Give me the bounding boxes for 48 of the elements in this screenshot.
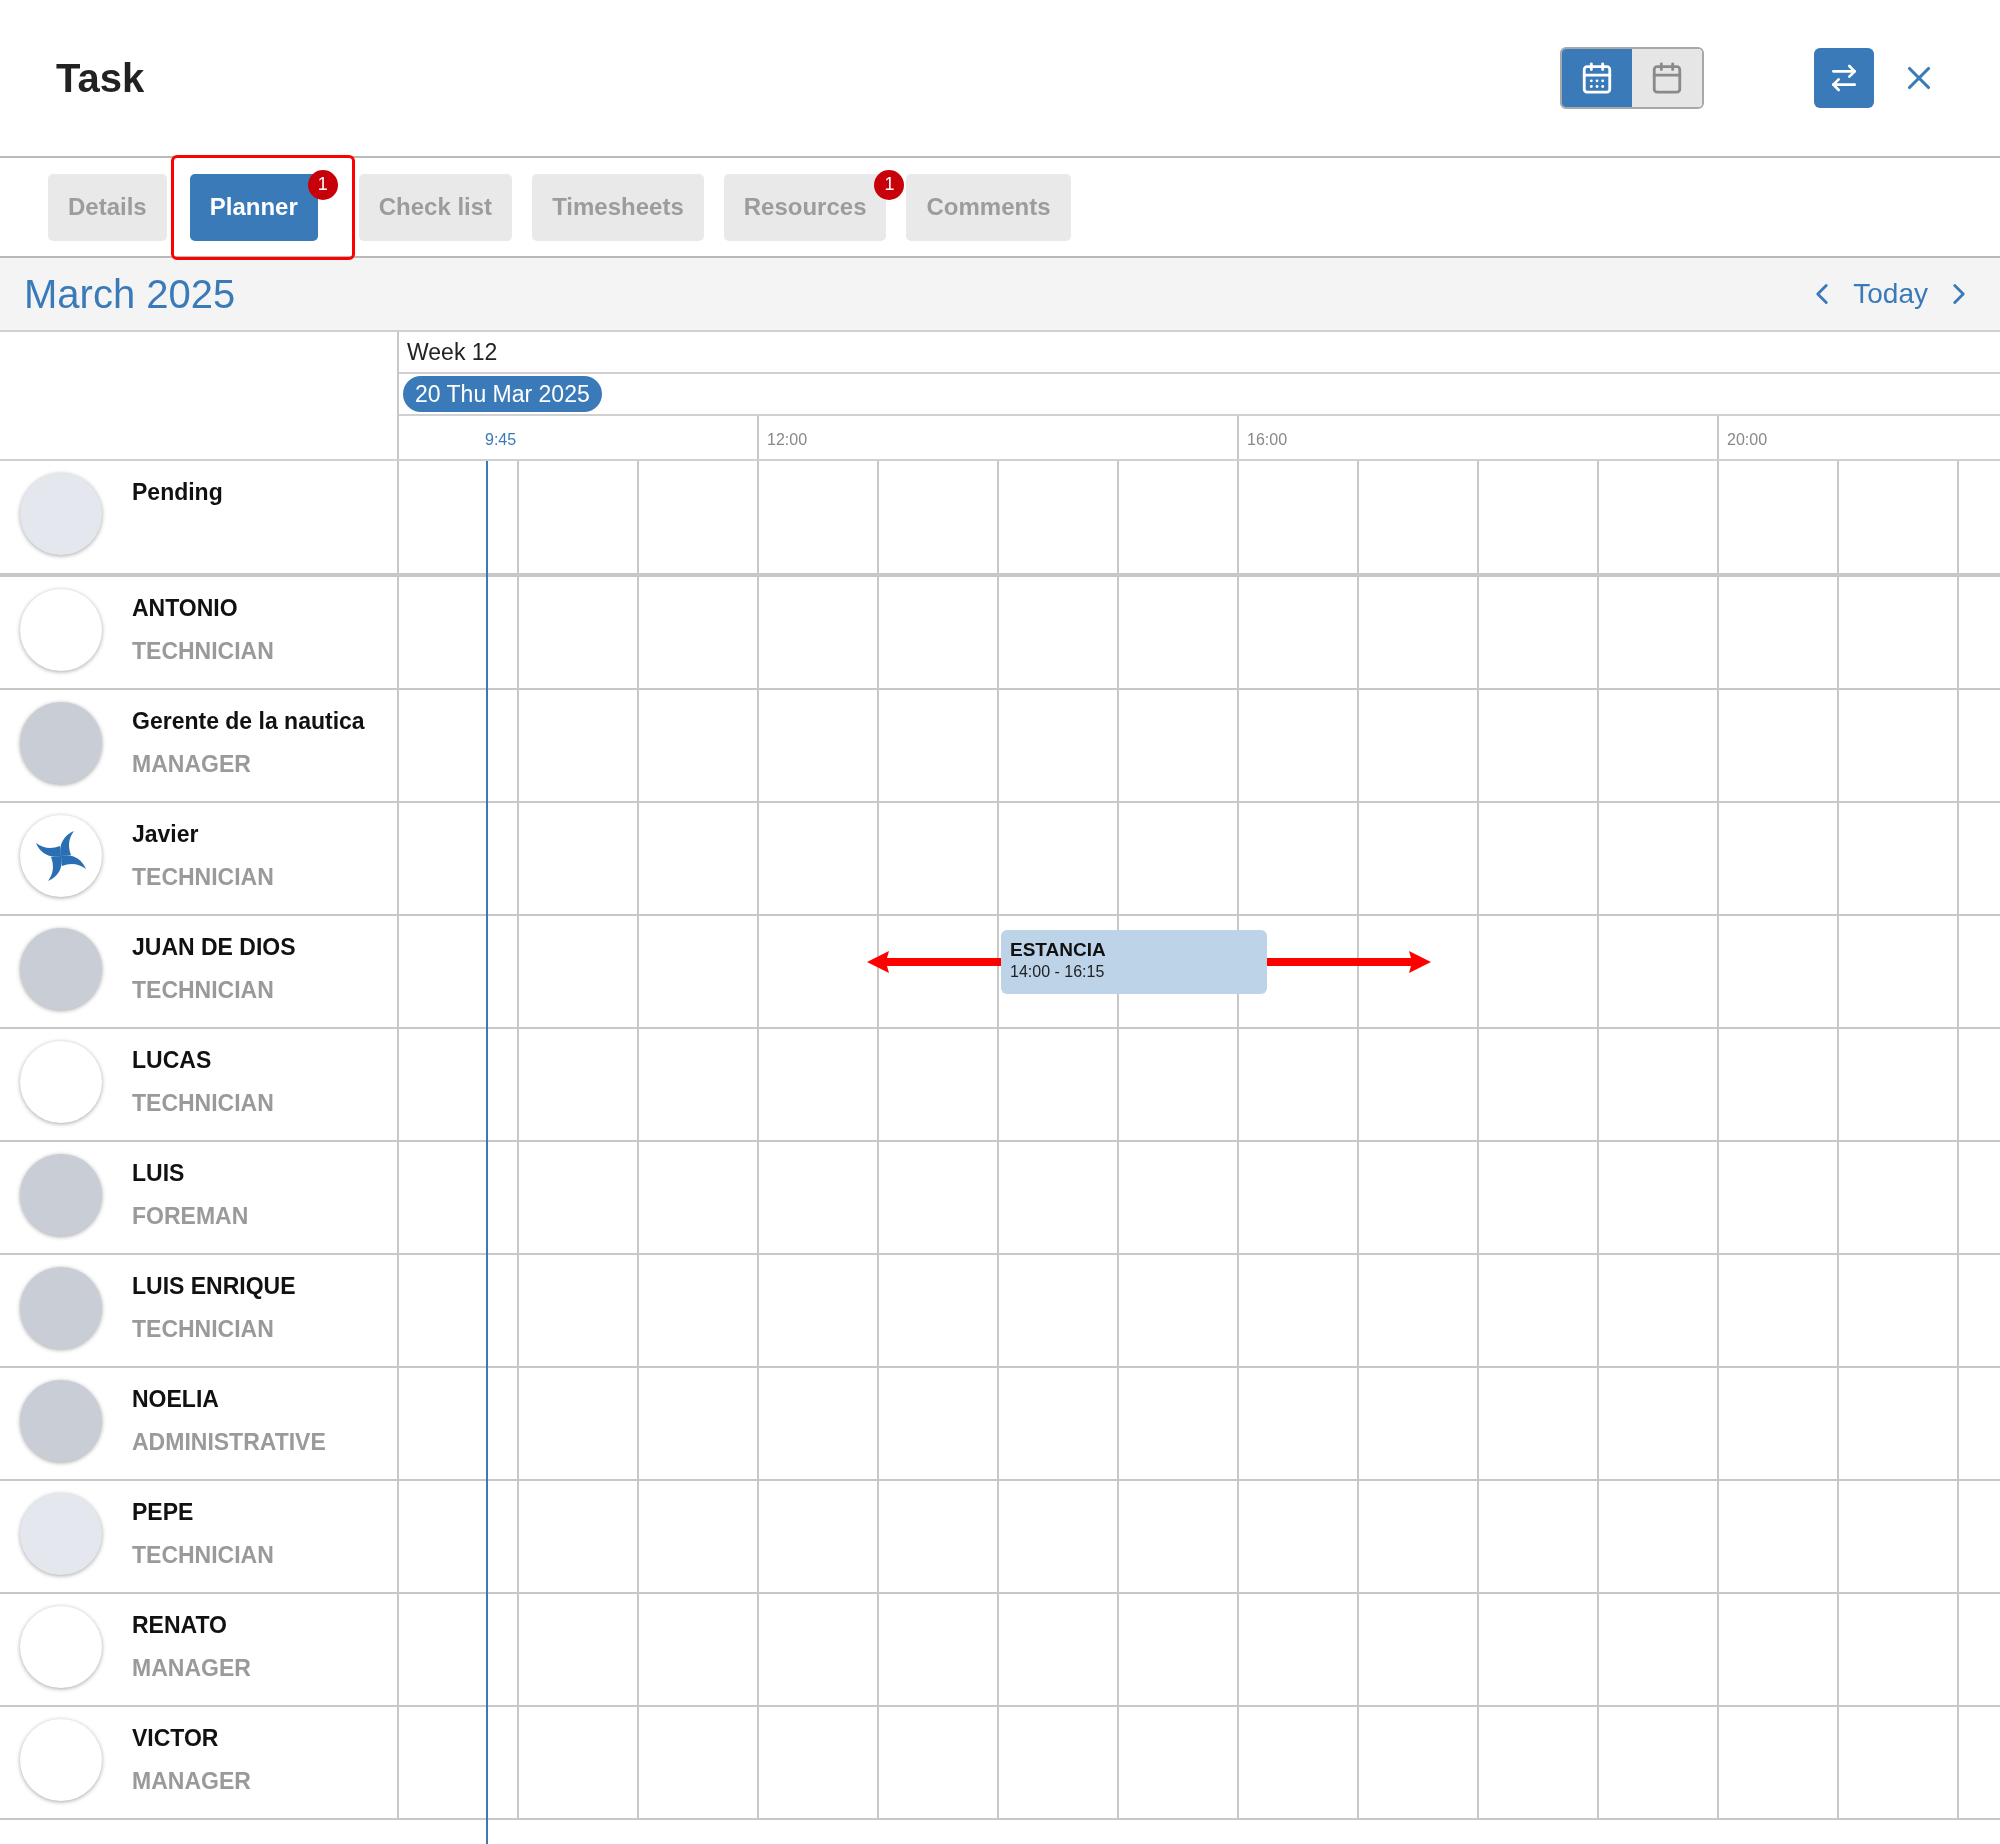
tab[interactable]: Timesheets — [532, 173, 704, 241]
current-time-label: 9:45 — [485, 430, 517, 450]
resource-role: MANAGER — [132, 1653, 251, 1683]
resource-role: MANAGER — [132, 1766, 251, 1796]
week-label: Week 12 — [407, 337, 498, 367]
tab[interactable]: Details — [48, 173, 167, 241]
resource-name: PEPE — [132, 1498, 195, 1527]
resource-name: JUAN DE DIOS — [132, 933, 296, 962]
resource-name: VICTOR — [132, 1724, 220, 1753]
today-button[interactable]: Today — [1853, 273, 1928, 315]
window-title: Task — [56, 55, 145, 102]
tab[interactable]: Comments — [906, 173, 1071, 241]
resource-role: TECHNICIAN — [132, 636, 274, 666]
count-badge: 1 — [307, 169, 338, 200]
event-title: ESTANCIA — [1010, 938, 1107, 962]
hour-label: 20:00 — [1727, 430, 1768, 450]
event-block[interactable]: ESTANCIA 14:00 - 16:15 — [1001, 930, 1267, 994]
hour-label: 12:00 — [767, 430, 808, 450]
resource-role: TECHNICIAN — [132, 1314, 275, 1344]
resource-role: MANAGER — [132, 749, 252, 779]
collapse-button[interactable] — [1814, 48, 1874, 108]
tab[interactable]: Planner — [189, 173, 318, 241]
calendar-icon — [1580, 61, 1614, 95]
count-badge: 1 — [874, 169, 905, 200]
resource-name: Pending — [132, 478, 223, 507]
resource-role: TECHNICIAN — [132, 975, 275, 1005]
resource-role: TECHNICIAN — [132, 862, 274, 892]
calendar-icon — [1650, 61, 1684, 95]
resource-role: ADMINISTRATIVE — [132, 1427, 326, 1457]
event-time: 14:00 - 16:15 — [1010, 961, 1106, 982]
resource-name: RENATO — [132, 1611, 228, 1640]
resource-name: Gerente de la nautica — [132, 707, 365, 736]
resource-role: TECHNICIAN — [132, 1540, 274, 1570]
resource-name: ANTONIO — [132, 594, 239, 623]
calendar-view-button[interactable] — [1562, 49, 1632, 107]
tab[interactable]: Resources — [723, 173, 887, 241]
resource-name: Javier — [132, 820, 200, 849]
calendar-view-button[interactable] — [1632, 49, 1702, 107]
hour-label: 16:00 — [1247, 430, 1288, 450]
resource-name: LUCAS — [132, 1046, 213, 1075]
date-chip: 20 Thu Mar 2025 — [403, 375, 602, 413]
resource-role: TECHNICIAN — [132, 1088, 274, 1118]
resource-role: FOREMAN — [132, 1201, 249, 1231]
tab[interactable]: Check list — [358, 173, 513, 241]
month-title: March 2025 — [24, 271, 236, 318]
resource-name: NOELIA — [132, 1385, 220, 1414]
resource-name: LUIS ENRIQUE — [132, 1272, 296, 1301]
resource-name: LUIS — [132, 1159, 186, 1188]
